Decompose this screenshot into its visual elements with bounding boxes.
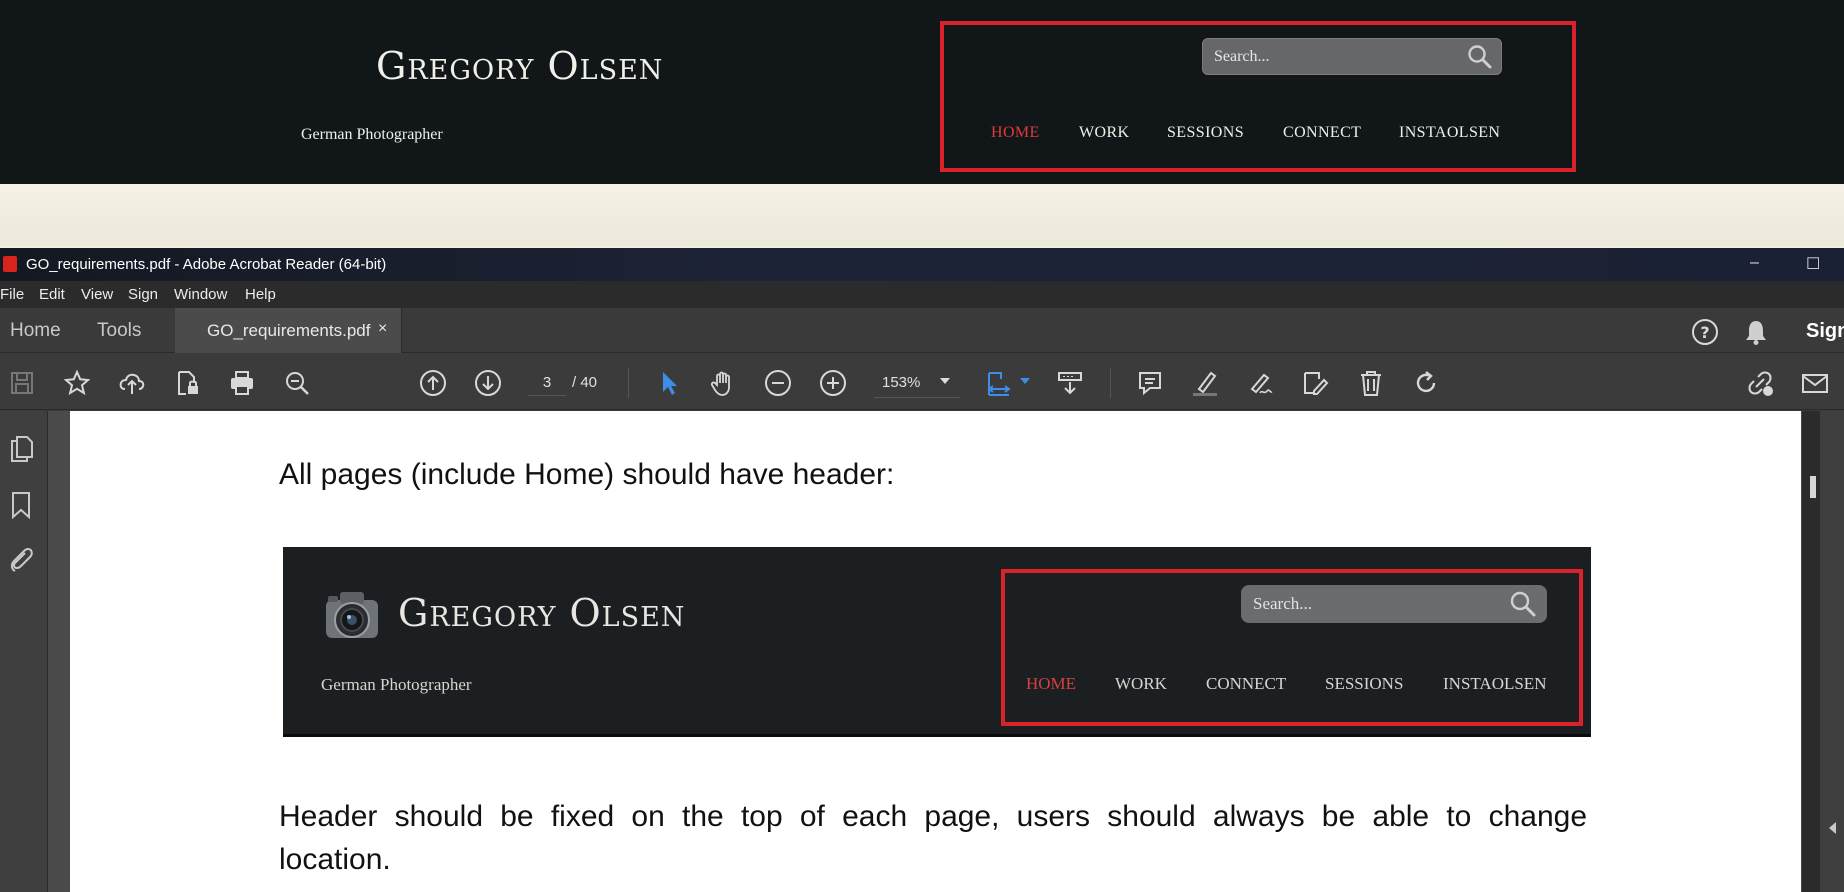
site-search-input[interactable]: Search... xyxy=(1214,48,1270,66)
minimize-button[interactable]: – xyxy=(1750,254,1759,272)
expand-right-pane-icon[interactable] xyxy=(1829,822,1836,834)
window-title: GO_requirements.pdf - Adobe Acrobat Read… xyxy=(26,256,387,273)
embedded-nav-instaolsen: INSTAOLSEN xyxy=(1443,674,1547,693)
tab-document-label: GO_requirements.pdf xyxy=(207,321,371,340)
page-total: / 40 xyxy=(572,374,598,391)
rotate-icon[interactable] xyxy=(1412,369,1440,397)
toolbar-divider xyxy=(1110,368,1111,398)
hand-icon[interactable] xyxy=(709,369,737,397)
embedded-nav-home: HOME xyxy=(1026,674,1077,693)
nav-home[interactable]: HOME xyxy=(991,124,1040,142)
site-title[interactable]: Gregory Olsen xyxy=(376,44,663,88)
menu-edit[interactable]: Edit xyxy=(39,286,65,303)
help-icon[interactable]: ? xyxy=(1691,318,1719,346)
scroll-mode-icon[interactable] xyxy=(1056,369,1084,397)
site-subtitle: German Photographer xyxy=(301,126,443,143)
edit-icon[interactable] xyxy=(1301,369,1329,397)
camera-icon xyxy=(326,592,378,638)
bell-icon[interactable] xyxy=(1743,318,1769,346)
site-body-strip xyxy=(0,184,1844,246)
menu-bar: File Edit View Sign Window Help xyxy=(0,281,1844,308)
zoom-out-icon[interactable] xyxy=(764,369,792,397)
comment-icon[interactable] xyxy=(1136,369,1164,397)
delete-icon[interactable] xyxy=(1357,369,1385,397)
tab-bar: Home Tools GO_requirements.pdf × ? Sign xyxy=(0,308,1844,353)
bookmark-icon[interactable] xyxy=(10,490,32,520)
navigation-pane xyxy=(0,411,62,892)
embedded-search-input: Search... xyxy=(1253,594,1313,613)
page-up-icon[interactable] xyxy=(419,369,447,397)
search-zoom-icon[interactable] xyxy=(283,369,311,397)
fit-menu-chevron-icon[interactable] xyxy=(1020,378,1030,384)
star-icon[interactable] xyxy=(63,369,91,397)
scrollbar-thumb[interactable] xyxy=(1810,476,1816,498)
share-link-icon[interactable] xyxy=(1746,369,1774,397)
sign-in-link[interactable]: Sign xyxy=(1806,320,1844,343)
menu-window[interactable]: Window xyxy=(174,286,227,303)
embedded-search-icon xyxy=(1510,591,1536,617)
pdf-heading: All pages (include Home) should have hea… xyxy=(279,458,895,491)
highlight-icon[interactable] xyxy=(1191,369,1219,397)
embedded-nav-sessions: SESSIONS xyxy=(1325,674,1404,693)
zoom-in-icon[interactable] xyxy=(819,369,847,397)
pdf-paragraph: Header should be fixed on the top of eac… xyxy=(279,800,1587,876)
site-header: Gregory Olsen German Photographer Search… xyxy=(0,0,1844,184)
tab-home[interactable]: Home xyxy=(10,320,61,342)
embedded-header-screenshot: Gregory Olsen German Photographer Search… xyxy=(283,547,1591,737)
maximize-button[interactable]: ☐ xyxy=(1806,254,1820,274)
search-icon[interactable] xyxy=(1467,44,1493,70)
page-number-input[interactable]: 3 xyxy=(528,370,566,396)
menu-help[interactable]: Help xyxy=(245,286,276,303)
zoom-select[interactable]: 153% xyxy=(874,370,960,398)
select-arrow-icon[interactable] xyxy=(655,369,683,397)
attachment-icon[interactable] xyxy=(6,545,36,575)
nav-work[interactable]: WORK xyxy=(1079,124,1129,142)
menu-view[interactable]: View xyxy=(81,286,113,303)
save-icon[interactable] xyxy=(8,369,36,397)
chevron-down-icon[interactable] xyxy=(940,378,950,384)
embedded-title: Gregory Olsen xyxy=(398,591,686,635)
site-search-box[interactable]: Search... xyxy=(1202,38,1502,75)
tab-tools[interactable]: Tools xyxy=(97,320,141,342)
close-tab-icon[interactable]: × xyxy=(378,320,387,338)
print-icon[interactable] xyxy=(228,369,256,397)
fit-page-icon[interactable] xyxy=(985,369,1013,397)
pdf-icon xyxy=(3,256,17,272)
sign-pen-icon[interactable] xyxy=(1246,369,1274,397)
toolbar: 3 / 40 153% xyxy=(0,354,1844,410)
svg-text:?: ? xyxy=(1700,323,1709,342)
tab-document[interactable]: GO_requirements.pdf × xyxy=(175,308,402,353)
embedded-search-box: Search... xyxy=(1241,585,1547,623)
upload-icon[interactable] xyxy=(118,369,146,397)
file-lock-icon[interactable] xyxy=(173,369,201,397)
menu-sign[interactable]: Sign xyxy=(128,286,158,303)
menu-file[interactable]: File xyxy=(0,286,24,303)
page-thumbnails-icon[interactable] xyxy=(8,433,36,463)
right-pane xyxy=(1820,411,1844,892)
embedded-nav-connect: CONNECT xyxy=(1206,674,1287,693)
title-bar: GO_requirements.pdf - Adobe Acrobat Read… xyxy=(0,248,1844,281)
embedded-subtitle: German Photographer xyxy=(321,675,472,694)
email-icon[interactable] xyxy=(1801,369,1829,397)
embedded-nav-work: WORK xyxy=(1115,674,1167,693)
toolbar-divider xyxy=(628,368,629,398)
nav-connect[interactable]: CONNECT xyxy=(1283,124,1361,142)
page-down-icon[interactable] xyxy=(474,369,502,397)
nav-instaolsen[interactable]: INSTAOLSEN xyxy=(1399,124,1500,142)
nav-sessions[interactable]: SESSIONS xyxy=(1167,124,1244,142)
